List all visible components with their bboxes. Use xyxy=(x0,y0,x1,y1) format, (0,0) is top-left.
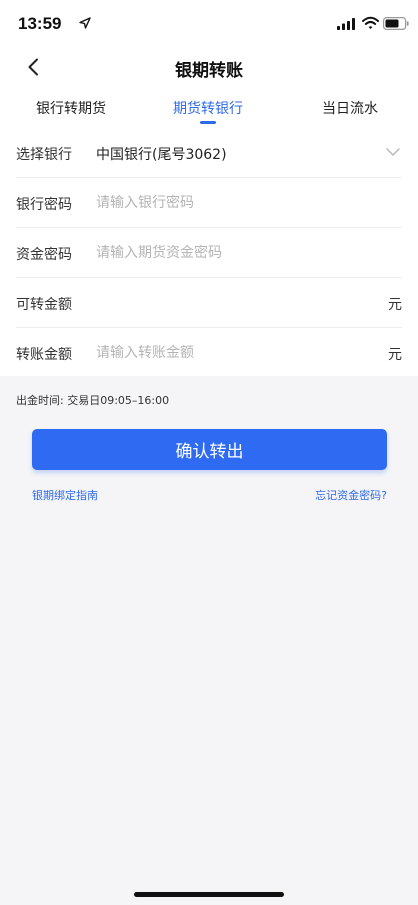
cellular-signal-icon xyxy=(337,18,355,30)
bank-password-label: 银行密码 xyxy=(16,197,72,213)
status-time: 13:59 xyxy=(18,14,62,33)
transfer-form: 选择银行 中国银行(尾号3062) 银行密码 资金密码 可转金额 元 转账金额 xyxy=(0,128,418,376)
tab-daily-records[interactable]: 当日流水 xyxy=(322,98,378,118)
bank-password-row: 银行密码 xyxy=(0,178,418,228)
wifi-icon xyxy=(362,16,379,29)
tab-bar: 银行转期货 期货转银行 当日流水 xyxy=(0,90,418,128)
location-arrow-icon xyxy=(79,17,91,29)
tab-bank-to-futures[interactable]: 银行转期货 xyxy=(36,98,106,118)
page-title: 银期转账 xyxy=(175,61,243,81)
transfer-amount-row: 转账金额 元 xyxy=(0,328,418,378)
home-indicator xyxy=(134,892,284,897)
battery-icon xyxy=(383,17,409,30)
transfer-amount-input[interactable] xyxy=(96,340,366,366)
bank-futures-guide-link[interactable]: 银期绑定指南 xyxy=(32,487,98,503)
fund-password-row: 资金密码 xyxy=(0,228,418,278)
active-tab-indicator xyxy=(200,121,216,124)
bank-select-label: 选择银行 xyxy=(16,147,72,163)
tab-futures-to-bank[interactable]: 期货转银行 xyxy=(173,98,243,118)
chevron-down-icon[interactable] xyxy=(386,147,400,157)
bank-select-row[interactable]: 选择银行 中国银行(尾号3062) xyxy=(0,128,418,178)
fund-password-input[interactable] xyxy=(96,240,366,266)
transfer-amount-label: 转账金额 xyxy=(16,347,72,363)
bank-password-input[interactable] xyxy=(96,190,366,216)
status-bar: 13:59 xyxy=(0,0,418,44)
screen: 13:59 银期转账 银行转期货 期货转银行 当日流水 选择银行 中国银行(尾号… xyxy=(0,0,418,905)
transfer-amount-unit: 元 xyxy=(388,347,402,363)
transferable-amount-unit: 元 xyxy=(388,297,402,313)
withdrawal-hours-note: 出金时间: 交易日09:05–16:00 xyxy=(16,394,170,407)
nav-bar: 银期转账 xyxy=(0,44,418,90)
forgot-fund-password-link[interactable]: 忘记资金密码? xyxy=(315,487,387,503)
fund-password-label: 资金密码 xyxy=(16,247,72,263)
transferable-amount-label: 可转金额 xyxy=(16,297,72,313)
bank-select-value[interactable]: 中国银行(尾号3062) xyxy=(96,144,227,164)
transferable-amount-row: 可转金额 元 xyxy=(0,278,418,328)
confirm-transfer-button[interactable]: 确认转出 xyxy=(32,429,387,470)
